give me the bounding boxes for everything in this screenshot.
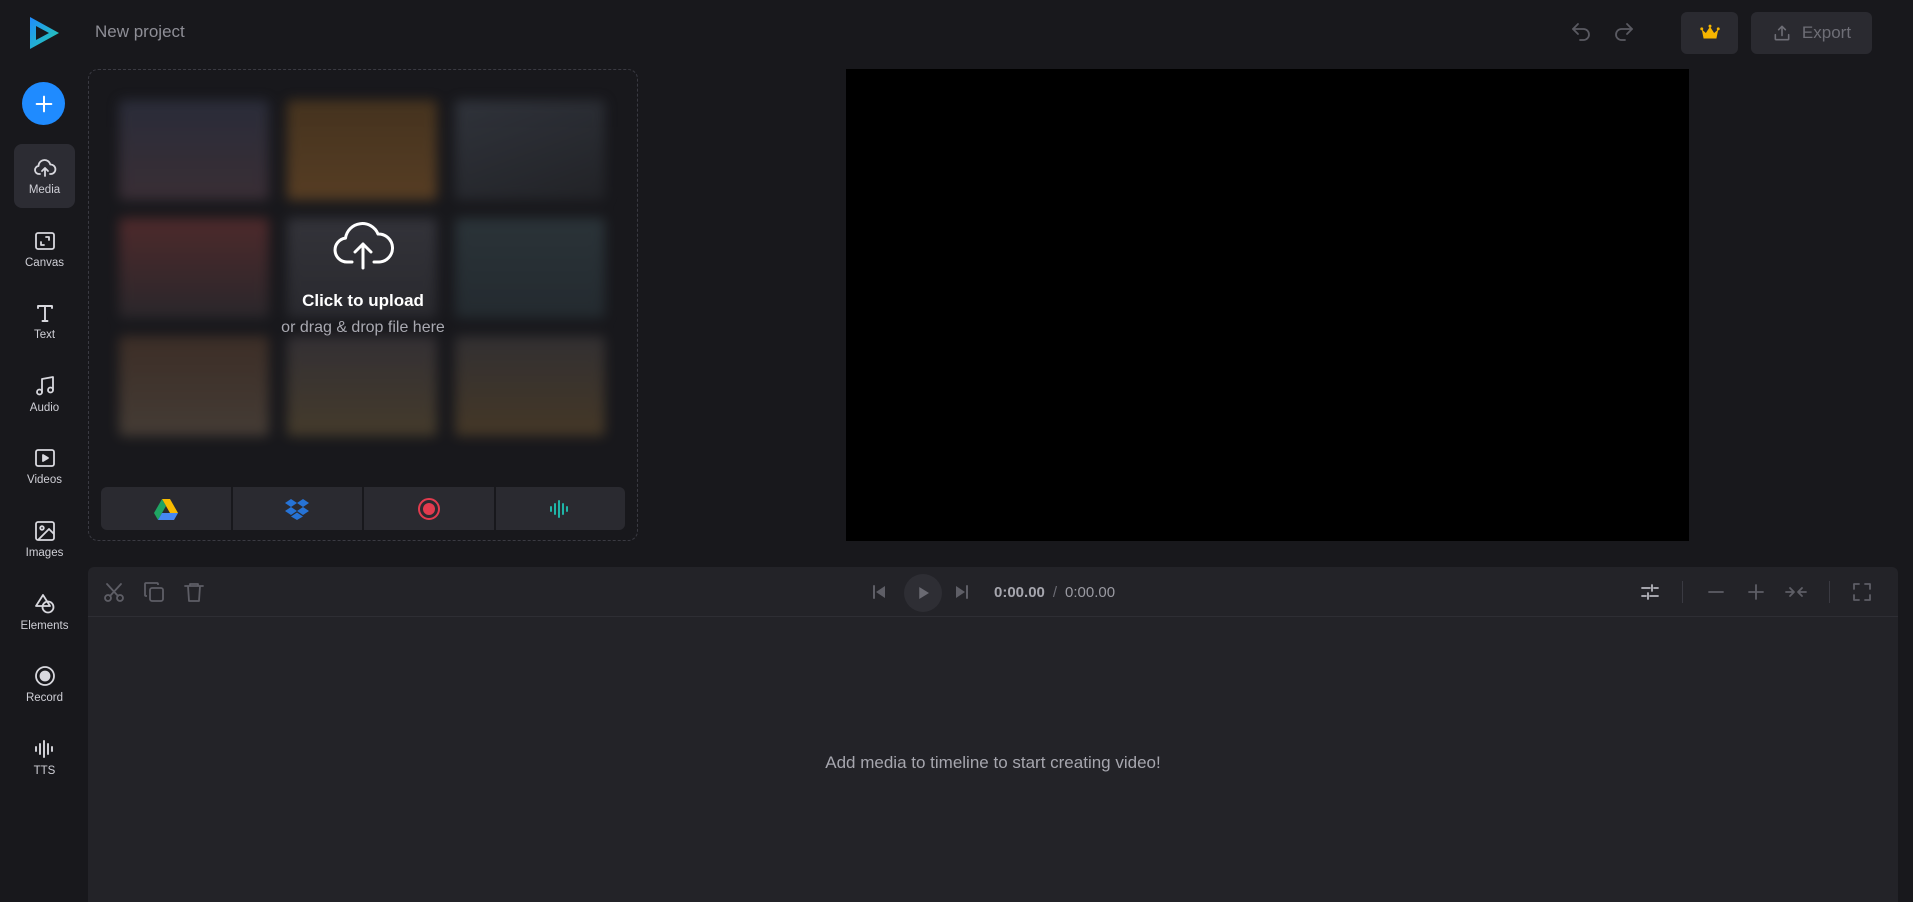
thumbnail [287,336,437,436]
canvas-icon [34,231,55,250]
dropbox-icon [285,498,310,520]
sidebar-item-media[interactable]: Media [14,144,75,208]
record-icon [417,497,440,520]
timeline-panel: 0:00.00 / 0:00.00 Add media to timeline to… [88,567,1898,902]
sidebar-item-label: Elements [20,619,69,632]
total-time: 0:00.00 [1065,584,1116,601]
upload-dropzone[interactable]: Click to upload or drag & drop file here [88,69,638,541]
cloud-upload-icon [333,222,394,270]
video-preview[interactable] [846,69,1689,541]
time-separator: / [1052,584,1058,601]
thumbnail [119,336,269,436]
video-icon [34,449,55,468]
record-source-button[interactable] [364,487,494,530]
premium-button[interactable] [1681,12,1738,54]
export-label: Export [1801,23,1852,42]
redo-icon[interactable] [1612,20,1636,44]
sidebar-item-label: TTS [33,764,56,777]
image-icon [34,521,55,541]
sidebar-item-label: Images [25,546,64,559]
text-icon [36,305,53,323]
thumbnail [455,336,605,436]
upload-prompt[interactable]: Click to upload or drag & drop file here [89,218,637,337]
project-title[interactable]: New project [95,22,185,42]
fit-timeline-icon[interactable] [1784,580,1808,604]
dropbox-button[interactable] [232,487,362,530]
sidebar-item-label: Media [28,184,61,196]
sidebar-item-label: Audio [29,401,60,414]
toolbar-divider [1829,581,1830,603]
scissors-icon[interactable] [102,580,126,604]
play-button[interactable] [904,574,942,612]
sidebar-item-record[interactable]: Record [14,652,75,716]
export-button[interactable]: Export [1751,12,1872,54]
thumbnail [119,100,269,200]
thumbnail [287,100,437,200]
waveform-icon [550,499,569,518]
shapes-icon [34,593,54,613]
sidebar-item-elements[interactable]: Elements [14,580,75,644]
upload-subtitle: or drag & drop file here [281,319,445,336]
google-drive-icon [153,498,178,520]
record-icon [34,666,55,687]
current-time: 0:00.00 [994,584,1045,601]
timeline-empty-message: Add media to timeline to start creating … [825,753,1161,772]
trash-icon[interactable] [182,580,206,604]
toolbar-divider [1682,581,1683,603]
upload-title: Click to upload [302,291,424,310]
upload-sources [101,487,625,530]
music-note-icon [35,375,54,396]
zoom-in-icon[interactable] [1744,580,1768,604]
play-icon [919,587,929,599]
timeline-toolbar: 0:00.00 / 0:00.00 [88,567,1898,617]
skip-back-icon[interactable] [867,580,891,604]
sidebar-item-label: Videos [27,474,62,487]
sidebar-item-videos[interactable]: Videos [14,434,75,498]
duplicate-icon[interactable] [142,580,166,604]
tts-source-button[interactable] [495,487,625,530]
sidebar-item-images[interactable]: Images [14,507,75,571]
sidebar-item-label: Canvas [25,256,64,269]
sidebar-item-audio[interactable]: Audio [14,362,75,426]
app-logo-icon[interactable] [26,14,62,52]
crown-icon [1699,24,1720,39]
sidebar-nav: Media Canvas Text Audio Videos Images El… [14,144,75,797]
zoom-out-icon[interactable] [1704,580,1728,604]
sidebar-item-label: Record [25,692,64,705]
adjust-icon[interactable] [1638,580,1662,604]
app: Media Canvas Text Audio Videos Images El… [0,0,1913,902]
undo-icon[interactable] [1569,20,1593,44]
sidebar-item-tts[interactable]: TTS [14,725,75,789]
time-display: 0:00.00 / 0:00.00 [994,584,1115,601]
export-icon [1774,25,1790,41]
skip-forward-icon[interactable] [950,580,974,604]
waveform-icon [34,739,53,758]
plus-icon [35,95,52,112]
cloud-upload-icon [33,159,56,177]
add-button[interactable] [22,82,65,125]
sidebar-item-canvas[interactable]: Canvas [14,217,75,281]
thumbnail [455,100,605,200]
sidebar-item-label: Text [33,329,56,342]
fullscreen-icon[interactable] [1850,580,1874,604]
google-drive-button[interactable] [101,487,231,530]
sidebar-item-text[interactable]: Text [14,289,75,353]
